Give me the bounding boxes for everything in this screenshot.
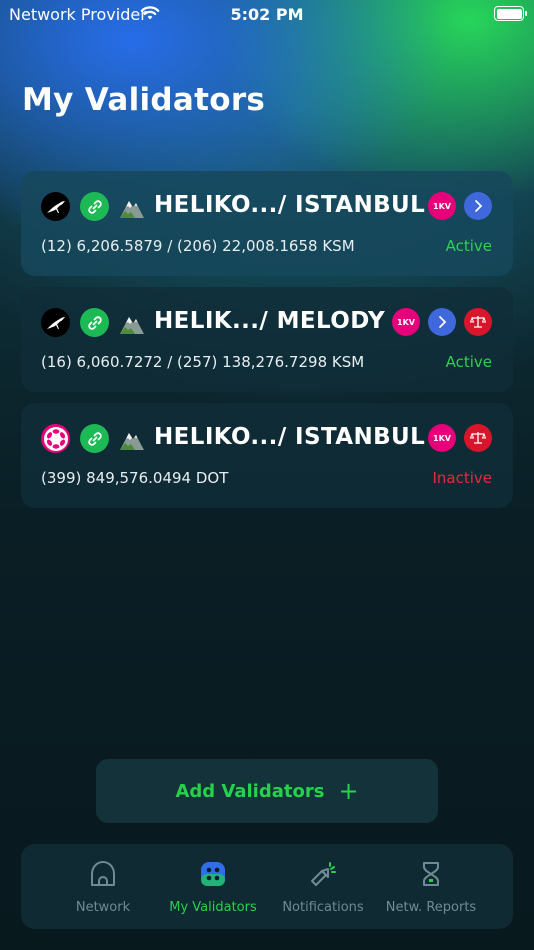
clock: 5:02 PM <box>230 5 304 24</box>
dice-icon <box>199 860 227 888</box>
page-title: My Validators <box>22 82 266 118</box>
status-bar: Network Provider 5:02 PM <box>0 0 534 30</box>
tab-label: Netw. Reports <box>385 900 477 915</box>
hourglass-icon <box>417 860 445 888</box>
validator-card[interactable]: HELIKO.../ ISTANBUL 1KV (12) 6,206.5879 … <box>21 171 513 276</box>
validator-name: HELIKO.../ ISTANBUL <box>154 424 426 450</box>
stake-amount: (399) 849,576.0494 DOT <box>41 469 229 487</box>
chevron-right-icon[interactable] <box>428 308 456 336</box>
tab-label: Network <box>75 900 131 915</box>
status-label: Active <box>445 353 492 371</box>
tab-label: My Validators <box>169 900 257 915</box>
battery-icon <box>494 6 527 21</box>
tab-network[interactable]: Network <box>51 844 155 929</box>
tab-my-validators[interactable]: My Validators <box>161 844 265 929</box>
validator-name: HELIKO.../ ISTANBUL <box>154 192 426 218</box>
mountain-icon <box>119 195 145 219</box>
stake-amount: (16) 6,060.7272 / (257) 138,276.7298 KSM <box>41 353 365 371</box>
link-icon[interactable] <box>80 192 109 221</box>
one-kv-badge: 1KV <box>428 424 456 452</box>
add-validators-button[interactable]: Add Validators + <box>96 759 438 823</box>
scale-icon[interactable] <box>464 308 492 336</box>
link-icon[interactable] <box>80 424 109 453</box>
status-label: Inactive <box>432 469 492 487</box>
chevron-right-icon[interactable] <box>464 192 492 220</box>
mountain-icon <box>119 427 145 451</box>
kusama-bird-icon <box>41 192 70 221</box>
one-kv-badge: 1KV <box>392 308 420 336</box>
scale-icon[interactable] <box>464 424 492 452</box>
home-icon <box>89 860 117 888</box>
link-icon[interactable] <box>80 308 109 337</box>
tab-network-reports[interactable]: Netw. Reports <box>381 844 481 929</box>
tab-bar: Network My Validators Notifications Netw… <box>21 844 513 929</box>
validator-card[interactable]: HELIKO.../ ISTANBUL 1KV (399) 849,576.04… <box>21 403 513 508</box>
kusama-bird-icon <box>41 308 70 337</box>
flashlight-icon <box>309 860 337 888</box>
validator-card[interactable]: HELIK.../ MELODY 1KV (16) 6,060.7272 / (… <box>21 287 513 392</box>
one-kv-badge: 1KV <box>428 192 456 220</box>
tab-notifications[interactable]: Notifications <box>271 844 375 929</box>
status-label: Active <box>445 237 492 255</box>
stake-amount: (12) 6,206.5879 / (206) 22,008.1658 KSM <box>41 237 355 255</box>
tab-label: Notifications <box>282 900 364 915</box>
polkadot-icon <box>41 424 70 453</box>
mountain-icon <box>119 311 145 335</box>
validator-name: HELIK.../ MELODY <box>154 308 386 334</box>
add-validators-label: Add Validators <box>175 780 325 802</box>
plus-icon: + <box>338 777 359 805</box>
